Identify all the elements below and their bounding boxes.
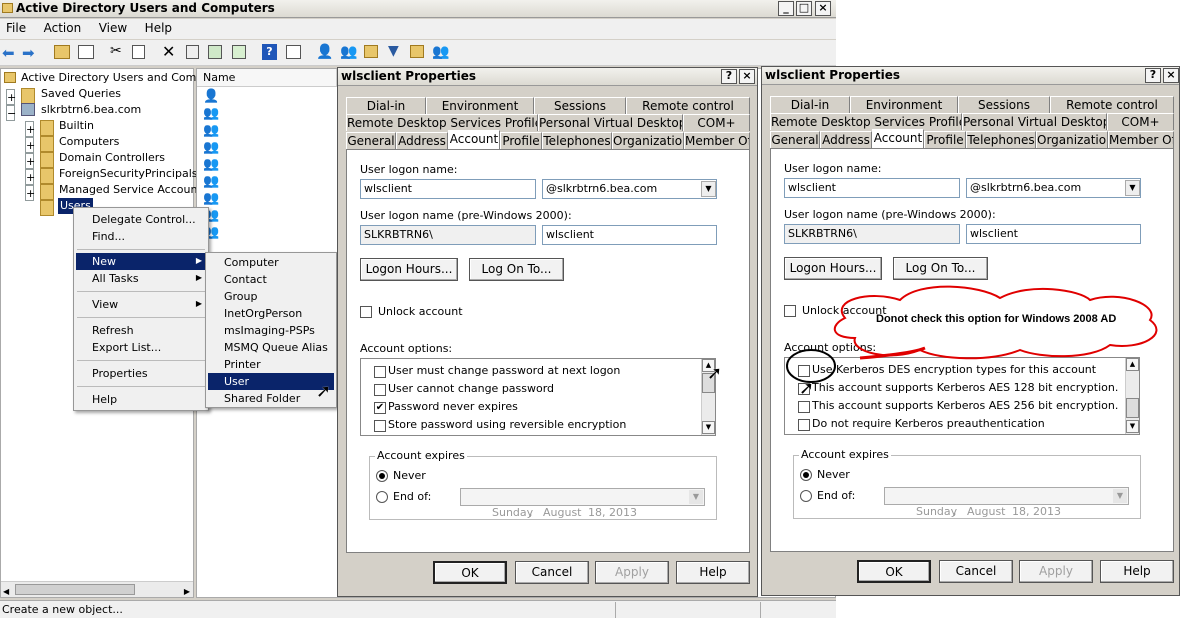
annotation-circle [786, 349, 836, 383]
tab-account[interactable]: Account [872, 129, 924, 148]
tab-account[interactable]: Account [448, 130, 500, 149]
annotation-overlay [786, 285, 1158, 383]
annotation-text: Donot check this option for Windows 2008… [876, 313, 1117, 325]
